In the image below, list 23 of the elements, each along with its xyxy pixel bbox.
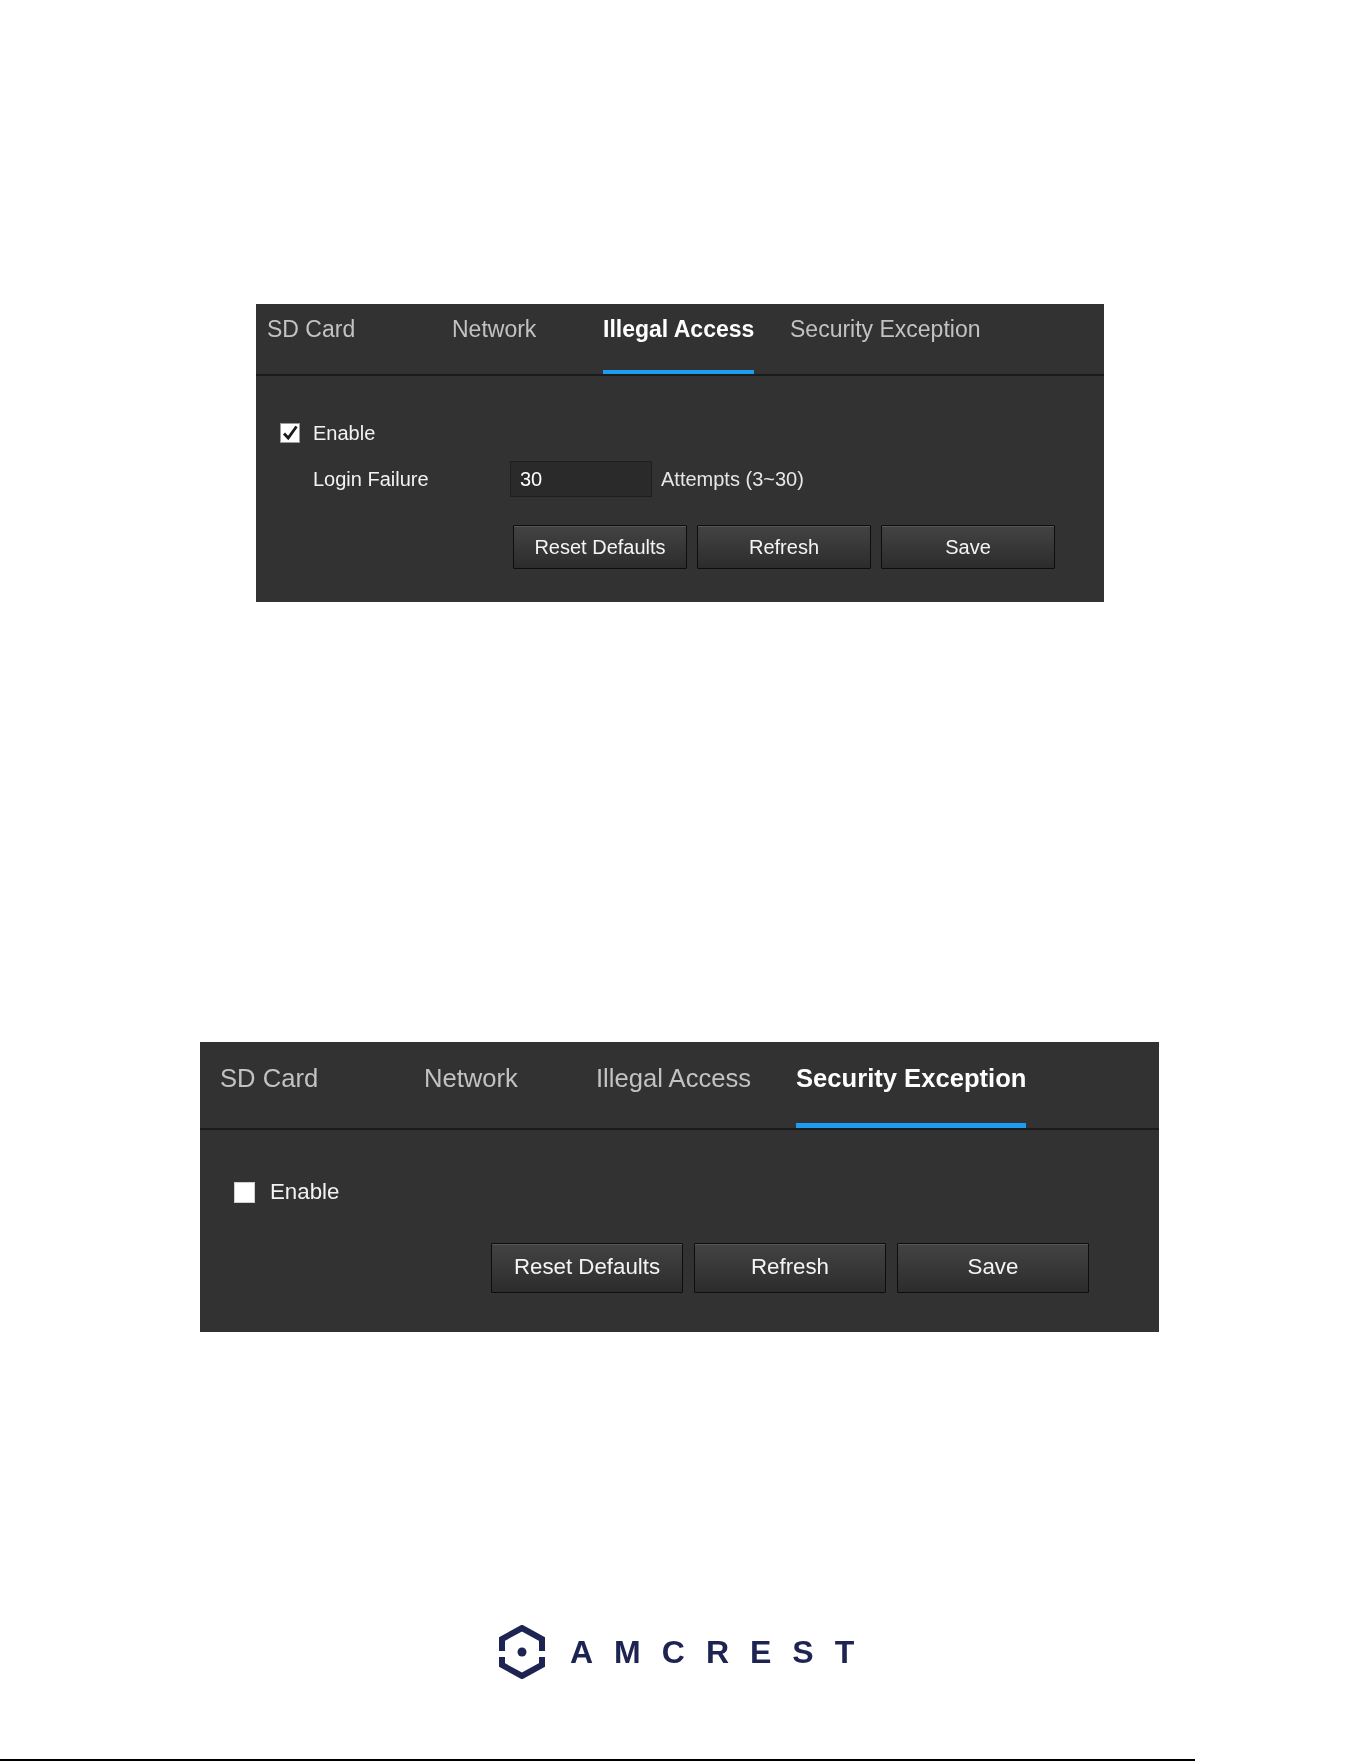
tab[interactable]: SD Card — [267, 304, 356, 374]
checkbox-label: Enable — [270, 1179, 340, 1206]
field-label: Login Failure — [313, 467, 430, 491]
action-button[interactable]: Refresh — [697, 525, 871, 569]
tab[interactable]: Security Exception — [790, 304, 981, 374]
tab[interactable]: Network — [424, 1042, 518, 1128]
checkbox-label: Enable — [313, 421, 376, 445]
action-button[interactable]: Reset Defaults — [491, 1242, 683, 1293]
action-button[interactable]: Reset Defaults — [513, 525, 687, 569]
action-button[interactable]: Refresh — [694, 1242, 886, 1293]
logo-wordmark: AMCREST — [570, 1636, 876, 1668]
action-button[interactable]: Save — [897, 1242, 1089, 1293]
checkbox[interactable] — [234, 1181, 255, 1203]
input-field[interactable]: 30 — [510, 461, 652, 497]
range-hint: Attempts (3~30) — [661, 467, 804, 491]
tab[interactable]: Illegal Access — [596, 1042, 752, 1128]
action-button[interactable]: Save — [881, 525, 1055, 569]
tab[interactable]: Security Exception — [796, 1042, 1027, 1128]
hexagon-logo-icon — [497, 1625, 547, 1679]
checkbox[interactable] — [280, 423, 300, 443]
tab[interactable]: Network — [452, 304, 537, 374]
tab[interactable]: Illegal Access — [603, 304, 755, 374]
tab[interactable]: SD Card — [220, 1042, 319, 1128]
